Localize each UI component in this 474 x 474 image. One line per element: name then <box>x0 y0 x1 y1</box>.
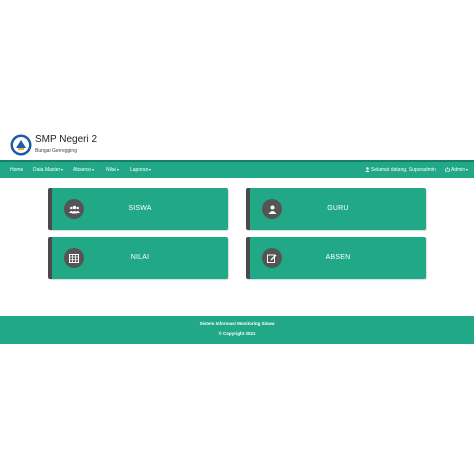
card-nilai[interactable]: NILAI <box>48 237 228 279</box>
chevron-down-icon <box>149 168 152 171</box>
nav-greeting[interactable]: Selamat datang, Superadmin <box>365 162 436 178</box>
nav-nilai[interactable]: Nilai <box>106 162 119 178</box>
school-location: Bungai Gerregging <box>35 148 77 154</box>
navbar: Home Data Master Absensi Nilai Laporan S… <box>0 160 474 178</box>
chevron-down-icon <box>466 168 469 171</box>
nav-laporan[interactable]: Laporan <box>130 162 152 178</box>
nav-data-master[interactable]: Data Master <box>33 162 64 178</box>
card-siswa-label: SISWA <box>128 205 152 212</box>
card-absen[interactable]: ABSEN <box>246 237 426 279</box>
nav-absensi[interactable]: Absensi <box>73 162 94 178</box>
card-guru[interactable]: GURU <box>246 188 426 230</box>
school-name: SMP Negeri 2 <box>35 134 98 145</box>
footer: Sistem Informasi Monitoring Siswa © Copy… <box>0 316 474 344</box>
chevron-down-icon <box>61 168 64 171</box>
footer-title: Sistem Informasi Monitoring Siswa <box>199 321 275 326</box>
user-icon <box>365 167 370 173</box>
card-nilai-label: NILAI <box>130 254 150 261</box>
power-icon <box>445 167 450 173</box>
card-absen-label: ABSEN <box>325 254 351 261</box>
nav-home[interactable]: Home <box>10 162 23 178</box>
card-guru-label: GURU <box>327 205 349 212</box>
card-siswa[interactable]: SISWA <box>48 188 228 230</box>
chevron-down-icon <box>116 168 119 171</box>
school-logo-icon <box>10 134 32 156</box>
nav-admin-menu[interactable]: Admin <box>445 162 469 178</box>
chevron-down-icon <box>91 168 94 171</box>
footer-copyright: © Copyright 2021 <box>218 331 256 336</box>
